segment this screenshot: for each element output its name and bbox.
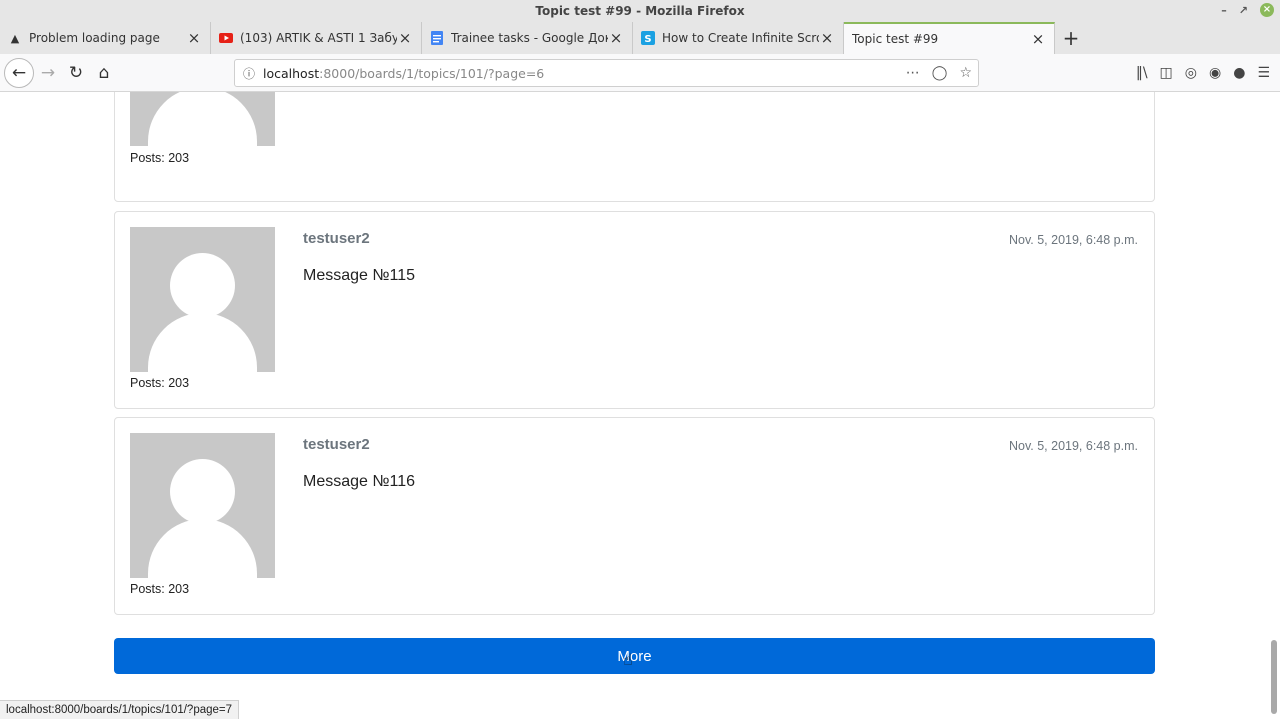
page-scrollbar[interactable] [1271,640,1277,714]
tab-label: How to Create Infinite Scroll [662,31,819,45]
post-message: Message №115 [303,267,416,284]
tab-close-icon[interactable]: × [819,29,835,47]
minimize-icon[interactable]: – [1221,4,1227,17]
new-tab-button[interactable]: + [1055,22,1087,54]
svg-text:S: S [644,34,651,45]
avatar [130,433,275,578]
url-host: localhost [263,65,320,81]
post-card: testuser2 Nov. 5, 2019, 6:48 p.m. Messag… [114,211,1155,409]
youtube-icon [219,31,233,45]
post-username[interactable]: testuser2 [303,230,370,247]
account-icon[interactable]: ◉ [1209,65,1221,81]
avatar [130,92,275,146]
url-bar[interactable]: ⓘ localhost:8000/boards/1/topics/101/?pa… [234,59,979,87]
tab-youtube[interactable]: (103) ARTIK & ASTI 1 Забуде × [211,22,422,54]
page-actions-icon[interactable]: ⋯ [906,65,920,81]
more-button[interactable]: More [114,638,1155,674]
tab-google-docs[interactable]: Trainee tasks - Google Докум × [422,22,633,54]
avatar [130,227,275,372]
back-button[interactable]: ← [4,57,34,88]
tab-close-icon[interactable]: × [397,29,413,47]
home-button[interactable]: ⌂ [90,59,118,87]
tab-problem-loading[interactable]: ▲ Problem loading page × [0,22,211,54]
posts-count: Posts: 203 [130,582,190,596]
tab-infinite-scroll[interactable]: S How to Create Infinite Scroll × [633,22,844,54]
tab-close-icon[interactable]: × [608,29,624,47]
navigation-toolbar: ← → ↻ ⌂ ⓘ localhost:8000/boards/1/topics… [0,54,1280,92]
tab-label: Trainee tasks - Google Докум [451,31,608,45]
bookmark-star-icon[interactable]: ☆ [959,65,972,81]
window-controls: – ↗ × [1221,3,1274,17]
window-title: Topic test #99 - Mozilla Firefox [535,4,745,18]
forward-button[interactable]: → [34,59,62,87]
restore-icon[interactable]: ↗ [1239,4,1248,17]
posts-count: Posts: 203 [130,376,190,390]
reload-button[interactable]: ↻ [62,59,90,87]
window-titlebar: Topic test #99 - Mozilla Firefox – ↗ × [0,0,1280,22]
status-link: localhost:8000/boards/1/topics/101/?page… [6,704,233,716]
close-window-icon[interactable]: × [1260,3,1274,17]
tab-close-icon[interactable]: × [1030,30,1046,48]
url-actions: ⋯ ◯ ☆ [906,65,972,81]
tab-label: Topic test #99 [852,32,939,46]
status-bar: localhost:8000/boards/1/topics/101/?page… [0,700,240,719]
posts-count: Posts: 203 [130,151,190,165]
post-date: Nov. 5, 2019, 6:48 p.m. [1008,439,1138,453]
s-icon: S [641,31,655,45]
tab-close-icon[interactable]: × [186,29,202,47]
pocket-icon[interactable]: ◯ [932,65,948,81]
tab-label: (103) ARTIK & ASTI 1 Забуде [240,31,397,45]
post-username[interactable]: testuser2 [303,436,370,453]
docs-icon [430,31,444,45]
warning-icon: ▲ [10,31,20,45]
post-date: Nov. 5, 2019, 6:48 p.m. [1008,233,1138,247]
post-card: testuser2 Nov. 5, 2019, 6:48 p.m. Messag… [114,417,1155,615]
menu-icon[interactable]: ☰ [1257,65,1270,81]
globe-icon[interactable]: ◎ [1185,65,1197,81]
hand-cursor-icon: ☝ [623,650,633,669]
tab-bar: ▲ Problem loading page × (103) ARTIK & A… [0,22,1280,54]
tab-label: Problem loading page [29,31,160,45]
toolbar-right: ‖\ ◫ ◎ ◉ ● ☰ [1136,54,1280,92]
url-path: :8000/boards/1/topics/101/?page=6 [319,65,545,81]
tab-topic-test[interactable]: Topic test #99 × [844,22,1055,54]
post-message: Message №116 [303,473,416,490]
adblock-icon[interactable]: ● [1233,65,1245,81]
page-content: Posts: 203 testuser2 Nov. 5, 2019, 6:48 … [0,92,1280,719]
library-icon[interactable]: ‖\ [1136,65,1148,81]
post-card: Posts: 203 [114,92,1155,202]
info-icon[interactable]: ⓘ [235,65,263,82]
sidebar-icon[interactable]: ◫ [1160,65,1173,81]
